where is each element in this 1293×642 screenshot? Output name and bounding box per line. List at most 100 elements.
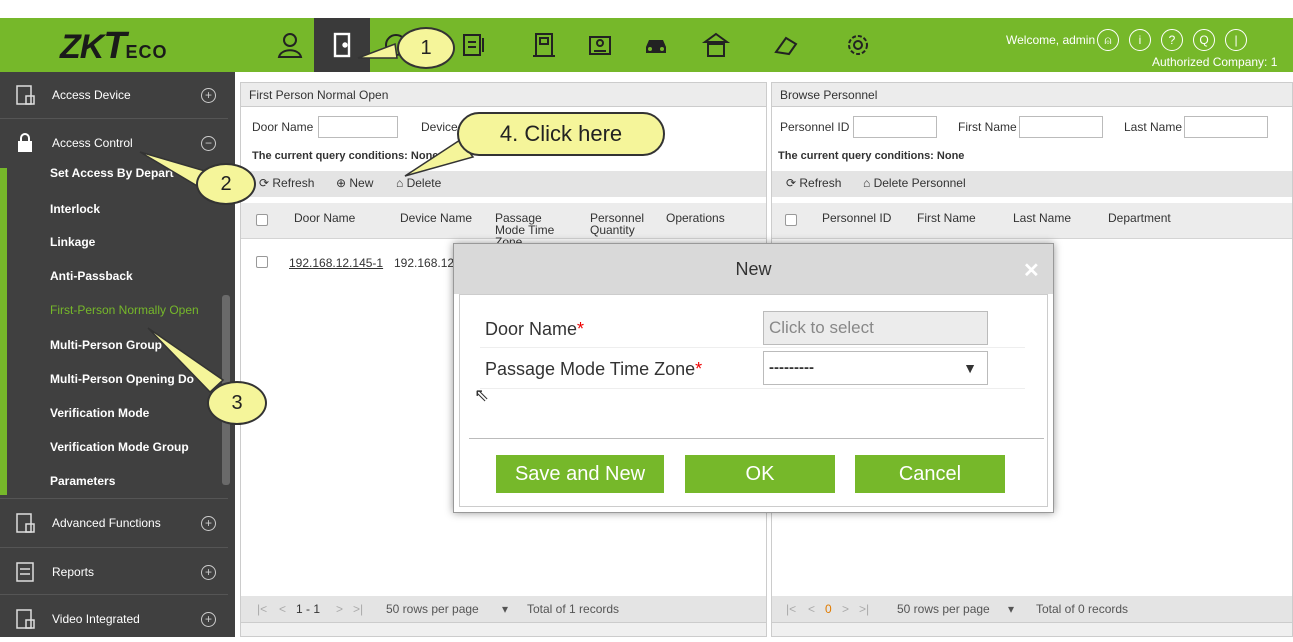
delete-label: Delete [406, 176, 442, 190]
sidebar-item-verification-mode[interactable]: Verification Mode [50, 406, 149, 420]
col-personnel-quantity[interactable]: Personnel Quantity [590, 212, 650, 236]
first-name-label: First Name [958, 120, 1017, 134]
ok-button[interactable]: OK [685, 455, 835, 493]
reports-icon [16, 562, 34, 582]
next-page-icon[interactable]: > [842, 602, 849, 616]
sidebar-section-video-integrated[interactable]: Video Integrated + [0, 596, 228, 642]
close-icon[interactable]: ✕ [1023, 258, 1040, 283]
collapse-icon[interactable]: − [201, 135, 216, 151]
expand-icon[interactable]: + [201, 564, 216, 580]
visitor-icon[interactable] [572, 18, 628, 72]
refresh-button[interactable]: ⟳ Refresh [786, 176, 841, 190]
person-icon[interactable] [262, 18, 318, 72]
user-info-icon[interactable]: ⍝ [1097, 29, 1119, 51]
sidebar-item-parameters[interactable]: Parameters [50, 474, 115, 488]
col-door-name[interactable]: Door Name [294, 212, 355, 224]
expand-icon[interactable]: + [201, 87, 216, 103]
sidebar-section-label: Reports [52, 565, 95, 579]
right-toolbar: ⟳ Refresh ⌂ Delete Personnel [772, 171, 1292, 197]
required-icon: * [577, 319, 585, 339]
door-icon[interactable] [314, 18, 370, 72]
first-page-icon[interactable]: |< [786, 602, 796, 616]
sidebar-section-access-device[interactable]: Access Device + [0, 72, 228, 118]
refresh-label: Refresh [799, 176, 842, 190]
sidebar-divider [0, 547, 228, 548]
door-name-field-label: Door Name* [485, 319, 584, 340]
col-operations[interactable]: Operations [666, 212, 725, 224]
prev-page-icon[interactable]: < [279, 602, 286, 616]
sidebar-divider [0, 498, 228, 499]
door-name-select[interactable]: Click to select [763, 311, 988, 345]
col-last-name[interactable]: Last Name [1013, 212, 1071, 224]
right-horizontal-scrollbar[interactable] [772, 622, 1292, 636]
page-range: 1 - 1 [296, 602, 321, 616]
first-name-input[interactable] [1019, 116, 1103, 138]
new-label: New [349, 176, 374, 190]
row-divider [480, 347, 1025, 348]
welcome-text: Welcome, admin [1006, 33, 1096, 47]
personnel-id-input[interactable] [853, 116, 937, 138]
delete-button[interactable]: ⌂ Delete [396, 176, 441, 190]
save-and-new-button[interactable]: Save and New [496, 455, 664, 493]
required-icon: * [695, 359, 703, 379]
sidebar-item-interlock[interactable]: Interlock [50, 202, 100, 216]
first-page-icon[interactable]: |< [257, 602, 267, 616]
rows-per-page[interactable]: 50 rows per page [386, 602, 479, 616]
select-all-checkbox[interactable] [256, 214, 268, 226]
delete-personnel-button[interactable]: ⌂ Delete Personnel [863, 176, 966, 190]
time-zone-label-text: Passage Mode Time Zone [485, 359, 696, 379]
chevron-down-icon[interactable]: ▼ [963, 352, 977, 384]
door-name-filter-input[interactable] [318, 116, 398, 138]
col-device-name[interactable]: Device Name [400, 212, 472, 224]
account-icon[interactable]: Q [1193, 29, 1215, 51]
sidebar-item-verification-mode-group[interactable]: Verification Mode Group [50, 440, 189, 454]
rows-per-page-dropdown-icon[interactable]: ▾ [502, 602, 508, 616]
info-icon[interactable]: i [1129, 29, 1151, 51]
refresh-button[interactable]: ⟳ Refresh [259, 176, 314, 190]
time-zone-field-label: Passage Mode Time Zone* [485, 359, 702, 380]
patrol-icon[interactable] [688, 18, 744, 72]
col-personnel-id[interactable]: Personnel ID [822, 212, 891, 224]
col-department[interactable]: Department [1108, 212, 1171, 224]
sidebar-section-advanced-functions[interactable]: Advanced Functions + [0, 500, 228, 546]
last-page-icon[interactable]: >| [859, 602, 869, 616]
sidebar-divider [0, 118, 228, 119]
sidebar-item-multi-person-group[interactable]: Multi-Person Group [50, 338, 162, 352]
left-horizontal-scrollbar[interactable] [241, 622, 766, 636]
sidebar-item-set-access-by-department[interactable]: Set Access By Depart [50, 166, 174, 180]
lock-icon [18, 133, 32, 152]
new-button[interactable]: ⊕ New [336, 176, 373, 190]
power-icon[interactable]: | [1225, 29, 1247, 51]
car-icon[interactable] [628, 18, 684, 72]
cancel-button[interactable]: Cancel [855, 455, 1005, 493]
mouse-cursor-icon: ⇖ [474, 385, 490, 405]
right-pagination: |< < 0 > >| 50 rows per page ▾ Total of … [772, 596, 1292, 622]
callout-1: 1 [397, 27, 455, 69]
last-page-icon[interactable]: >| [353, 602, 363, 616]
next-page-icon[interactable]: > [336, 602, 343, 616]
elevator-icon[interactable] [758, 18, 814, 72]
sidebar-section-access-control[interactable]: Access Control − [0, 120, 228, 166]
time-zone-dropdown[interactable]: --------- ▼ [763, 351, 988, 385]
sidebar-item-linkage[interactable]: Linkage [50, 235, 95, 249]
sidebar-item-first-person-normally-open[interactable]: First-Person Normally Open [50, 303, 199, 317]
door-name-link[interactable]: 192.168.12.145-1 [289, 256, 383, 270]
prev-page-icon[interactable]: < [808, 602, 815, 616]
select-all-checkbox[interactable] [785, 214, 797, 226]
device-name-cell: 192.168.12. [394, 256, 458, 270]
rows-per-page-dropdown-icon[interactable]: ▾ [1008, 602, 1014, 616]
settings-icon[interactable] [830, 18, 886, 72]
help-icon[interactable]: ? [1161, 29, 1183, 51]
expand-icon[interactable]: + [201, 611, 216, 627]
expand-icon[interactable]: + [201, 515, 216, 531]
advanced-icon [16, 513, 35, 533]
row-checkbox[interactable] [256, 256, 268, 268]
building-icon[interactable] [516, 18, 572, 72]
col-first-name[interactable]: First Name [917, 212, 976, 224]
sidebar-section-reports[interactable]: Reports + [0, 549, 228, 595]
last-name-input[interactable] [1184, 116, 1268, 138]
sidebar-item-anti-passback[interactable]: Anti-Passback [50, 269, 133, 283]
sidebar-item-multi-person-opening-door[interactable]: Multi-Person Opening Do [50, 372, 194, 386]
authorized-company: Authorized Company: 1 [1152, 55, 1278, 69]
rows-per-page[interactable]: 50 rows per page [897, 602, 990, 616]
